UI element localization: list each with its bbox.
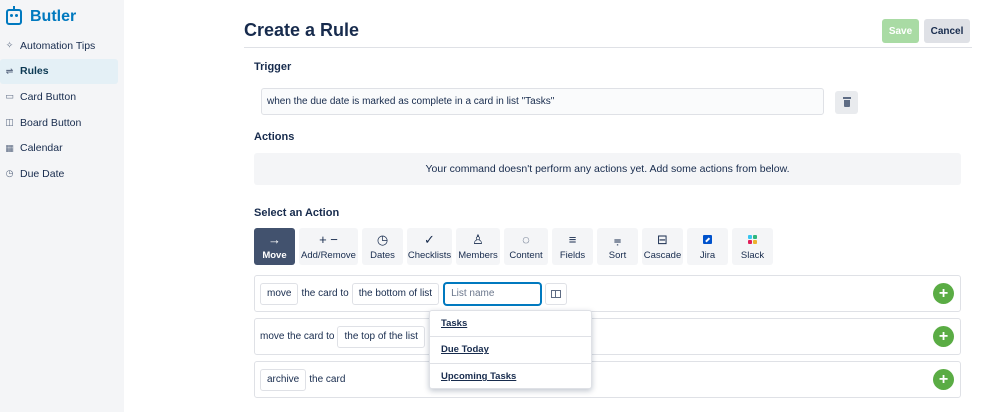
- action-row-move-bottom: move the card to the bottom of list +: [254, 275, 961, 312]
- row-text: the card: [309, 374, 346, 385]
- sidebar-item-label: Card Button: [20, 90, 77, 103]
- cascade-icon: ⊟: [657, 232, 668, 247]
- tab-label: Fields: [559, 250, 586, 261]
- sparkle-icon: ✧: [5, 40, 14, 51]
- brand-title: Butler: [30, 8, 77, 25]
- tab-members[interactable]: ♙ Members: [456, 228, 500, 265]
- row-text: the card to: [301, 288, 349, 299]
- row-text: move the card to: [260, 331, 335, 342]
- actions-heading: Actions: [254, 131, 295, 143]
- sidebar-item-board-button[interactable]: ◫ Board Button: [0, 110, 118, 136]
- tab-label: Cascade: [643, 250, 682, 261]
- tab-cascade[interactable]: ⊟ Cascade: [642, 228, 683, 265]
- sidebar-item-due-date[interactable]: ◷ Due Date: [0, 161, 118, 187]
- sliders-icon: ⇌: [5, 65, 14, 76]
- sort-icon: ⩦: [613, 232, 622, 247]
- tab-checklists[interactable]: ✓ Checklists: [407, 228, 452, 265]
- position-select[interactable]: the bottom of list: [351, 282, 440, 305]
- sidebar-item-rules[interactable]: ⇌ Rules: [0, 58, 118, 85]
- tab-dates[interactable]: ◷ Dates: [362, 228, 403, 265]
- tab-fields[interactable]: ≡ Fields: [552, 228, 593, 265]
- main-content: Create a Rule Save Cancel Trigger when t…: [244, 0, 972, 412]
- checkmark-icon: ✓: [424, 232, 435, 247]
- dropdown-option[interactable]: Tasks: [430, 311, 591, 338]
- page-title: Create a Rule: [244, 20, 360, 40]
- header-divider: [244, 47, 972, 48]
- slack-icon: [748, 235, 757, 244]
- clock-icon: ◷: [5, 168, 14, 179]
- list-suggestions-dropdown: Tasks Due Today Upcoming Tasks: [429, 310, 592, 389]
- dropdown-option[interactable]: Upcoming Tasks: [430, 364, 591, 390]
- tab-sort[interactable]: ⩦ Sort: [597, 228, 638, 265]
- trash-icon: [842, 97, 851, 107]
- sidebar-item-label: Rules: [20, 65, 49, 78]
- board-icon: [551, 289, 562, 298]
- verb-select[interactable]: move: [260, 282, 299, 305]
- jira-icon: [703, 235, 712, 244]
- action-row-move-top: move the card to the top of the list +: [254, 318, 961, 355]
- sidebar-item-calendar[interactable]: ▦ Calendar: [0, 135, 118, 161]
- tab-slack[interactable]: Slack: [732, 228, 773, 265]
- tab-label: Sort: [608, 250, 627, 261]
- tab-add-remove[interactable]: + − Add/Remove: [299, 228, 358, 265]
- action-row-archive: archive the card +: [254, 361, 961, 398]
- actions-empty-message: Your command doesn't perform any actions…: [254, 153, 961, 185]
- sidebar-item-label: Calendar: [20, 142, 63, 155]
- robot-icon: [6, 6, 22, 25]
- tab-label: Move: [262, 250, 287, 261]
- board-picker-button[interactable]: [545, 282, 568, 305]
- tab-label: Dates: [370, 250, 395, 261]
- delete-trigger-button[interactable]: [835, 91, 858, 114]
- tab-jira[interactable]: Jira: [687, 228, 728, 265]
- tab-label: Jira: [699, 250, 716, 261]
- sidebar-item-label: Due Date: [20, 167, 65, 180]
- tab-label: Checklists: [407, 250, 452, 261]
- board-icon: ◫: [5, 117, 14, 128]
- trigger-heading: Trigger: [254, 61, 292, 73]
- verb-select[interactable]: archive: [260, 368, 307, 391]
- tab-move[interactable]: → Move: [254, 228, 295, 265]
- sidebar-item-automation-tips[interactable]: ✧ Automation Tips: [0, 33, 118, 59]
- arrow-right-icon: →: [268, 232, 281, 247]
- tab-label: Members: [458, 250, 498, 261]
- action-toolbar: → Move + − Add/Remove ◷ Dates ✓ Checklis…: [254, 228, 773, 265]
- add-action-button[interactable]: +: [933, 326, 954, 347]
- add-action-button[interactable]: +: [933, 369, 954, 390]
- list-name-input[interactable]: [444, 282, 542, 305]
- tab-label: Slack: [740, 250, 765, 261]
- tab-content[interactable]: ◌ Content: [504, 228, 548, 265]
- card-icon: ▭: [5, 91, 14, 102]
- person-icon: ♙: [472, 232, 484, 247]
- calendar-icon: ▦: [5, 142, 14, 153]
- save-button[interactable]: Save: [882, 19, 919, 43]
- sidebar-item-label: Board Button: [20, 116, 82, 129]
- cancel-button[interactable]: Cancel: [924, 19, 970, 43]
- comment-icon: ◌: [522, 232, 530, 247]
- sidebar-item-label: Automation Tips: [20, 39, 96, 52]
- tab-label: Add/Remove: [301, 250, 356, 261]
- trigger-description: when the due date is marked as complete …: [261, 88, 824, 115]
- dropdown-option[interactable]: Due Today: [430, 337, 591, 364]
- add-action-button[interactable]: +: [933, 283, 954, 304]
- select-action-heading: Select an Action: [254, 207, 340, 219]
- sidebar-item-card-button[interactable]: ▭ Card Button: [0, 84, 118, 110]
- clock-icon: ◷: [376, 232, 389, 247]
- sidebar: Butler ✧ Automation Tips ⇌ Rules ▭ Card …: [0, 0, 124, 412]
- brand[interactable]: Butler: [6, 6, 77, 26]
- lines-icon: ≡: [568, 232, 577, 247]
- sidebar-nav: ✧ Automation Tips ⇌ Rules ▭ Card Button …: [0, 33, 124, 187]
- position-select[interactable]: the top of the list: [337, 325, 425, 348]
- tab-label: Content: [509, 250, 543, 261]
- plus-minus-icon: + −: [319, 232, 338, 247]
